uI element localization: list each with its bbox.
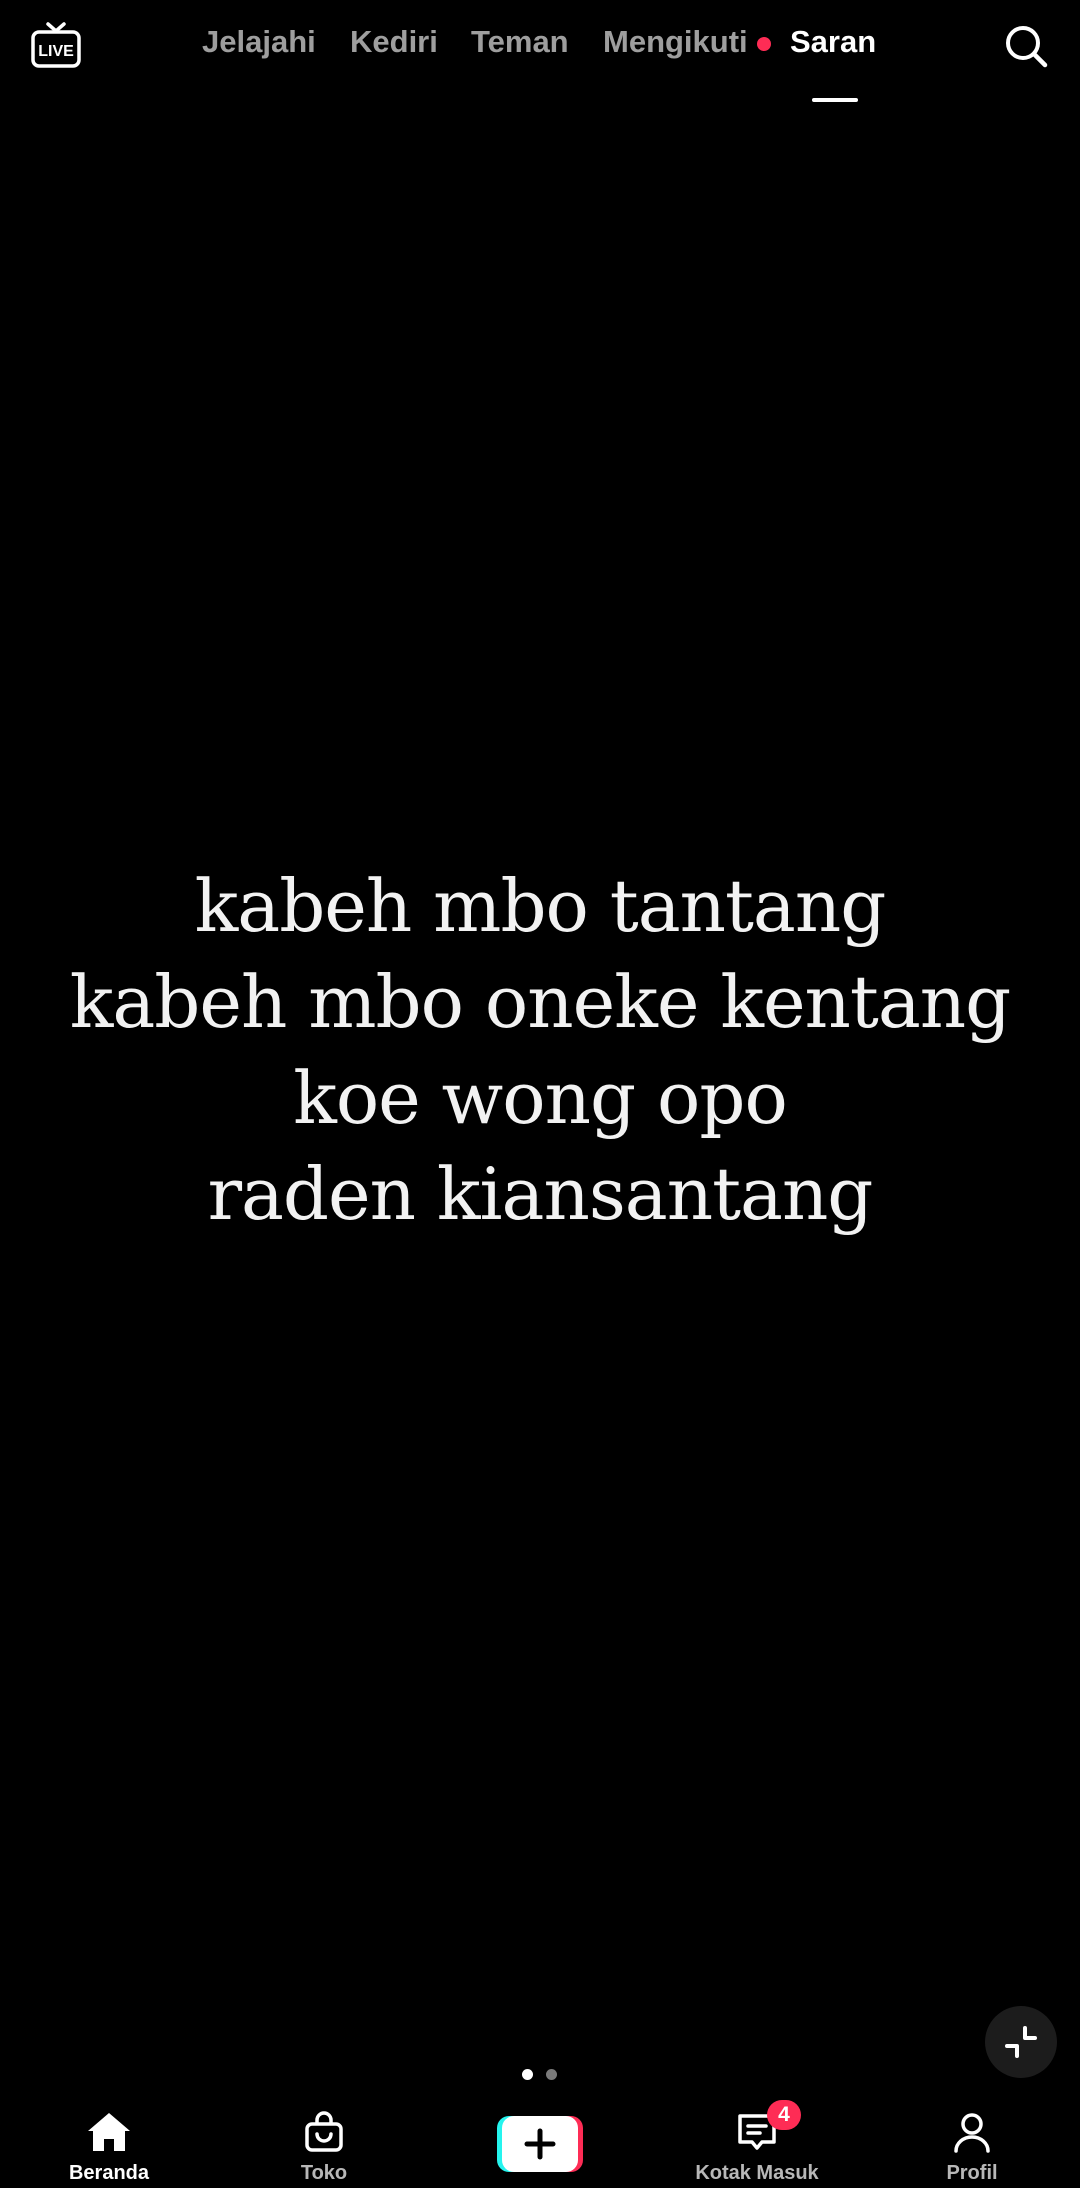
- tab-jelajahi[interactable]: Jelajahi: [202, 22, 316, 62]
- mengikuti-notification-dot: [757, 37, 771, 51]
- top-bar: LIVE Jelajahi Kediri Teman Mengikuti Sar…: [0, 0, 1080, 102]
- search-button[interactable]: [1000, 20, 1052, 72]
- nav-kotak-masuk[interactable]: 4 Kotak Masuk: [677, 2100, 837, 2188]
- nav-profil[interactable]: Profil: [892, 2100, 1052, 2188]
- collapse-button[interactable]: [985, 2006, 1057, 2078]
- page-dot-active: [522, 2069, 533, 2080]
- caption-line: raden kiansantang: [207, 1152, 874, 1236]
- nav-label-profil: Profil: [946, 2162, 998, 2184]
- nav-label-toko: Toko: [300, 2162, 348, 2184]
- shop-bag-icon: [305, 2111, 343, 2152]
- profile-icon: [954, 2113, 990, 2153]
- inbox-badge: 4: [767, 2100, 801, 2130]
- create-button[interactable]: [497, 2116, 583, 2172]
- home-icon: [88, 2113, 130, 2151]
- video-caption-text: kabeh mbo tantang kabeh mbo oneke kentan…: [0, 858, 1080, 1242]
- feed-tabs: Jelajahi Kediri Teman Mengikuti Saran: [0, 18, 1080, 102]
- nav-label-kotak-masuk: Kotak Masuk: [695, 2162, 819, 2184]
- tab-kediri[interactable]: Kediri: [350, 22, 438, 62]
- plus-icon: [524, 2128, 556, 2160]
- nav-toko[interactable]: Toko: [244, 2100, 404, 2188]
- tab-saran[interactable]: Saran: [790, 22, 876, 62]
- bottom-navigation: Beranda Toko 4 Kotak Masuk Profil: [0, 2100, 1080, 2188]
- nav-label-beranda: Beranda: [68, 2162, 150, 2184]
- collapse-icon: [1005, 2026, 1037, 2058]
- caption-line: koe wong opo: [293, 1056, 788, 1140]
- page-indicator: [520, 2069, 560, 2083]
- page-dot: [546, 2069, 557, 2080]
- caption-line: kabeh mbo oneke kentang: [69, 960, 1012, 1044]
- tab-teman[interactable]: Teman: [471, 22, 569, 62]
- caption-line: kabeh mbo tantang: [194, 864, 887, 948]
- tiktok-feed-screen: LIVE Jelajahi Kediri Teman Mengikuti Sar…: [0, 0, 1080, 2188]
- active-tab-indicator: [812, 98, 858, 102]
- nav-beranda[interactable]: Beranda: [29, 2100, 189, 2188]
- search-icon: [1006, 26, 1048, 68]
- tab-mengikuti[interactable]: Mengikuti: [603, 22, 748, 62]
